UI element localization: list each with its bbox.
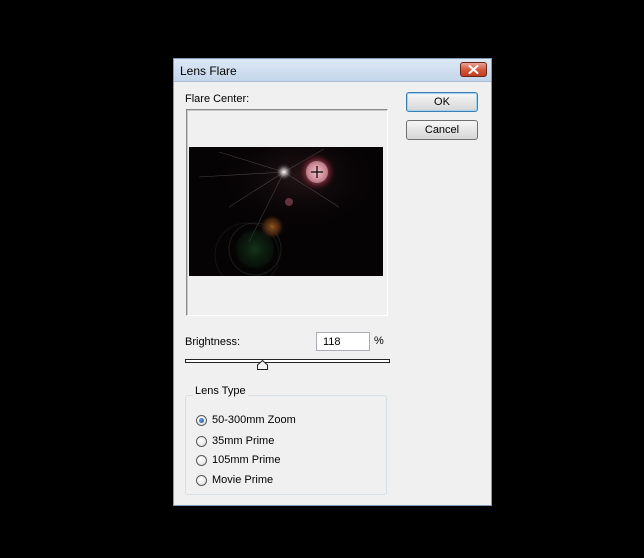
dialog-title: Lens Flare xyxy=(180,64,237,78)
brightness-unit: % xyxy=(374,335,384,347)
radio-button[interactable] xyxy=(196,435,207,447)
lens-option-50-300mm-zoom[interactable]: 50-300mm Zoom xyxy=(196,413,296,427)
cancel-button[interactable]: Cancel xyxy=(406,120,478,140)
ok-button[interactable]: OK xyxy=(406,92,478,112)
lens-option-label: 35mm Prime xyxy=(212,435,275,447)
brightness-input[interactable]: 118 xyxy=(316,332,370,351)
lens-type-title: Lens Type xyxy=(193,385,248,397)
lens-option-105mm-prime[interactable]: 105mm Prime xyxy=(196,453,280,467)
flare-center-preview[interactable] xyxy=(186,109,388,316)
lens-flare-dialog: Lens Flare Flare Center: OK Cancel Brigh… xyxy=(173,58,492,506)
title-bar[interactable]: Lens Flare xyxy=(174,59,491,82)
close-x-icon xyxy=(468,65,479,74)
lens-option-35mm-prime[interactable]: 35mm Prime xyxy=(196,434,274,448)
radio-button-checked[interactable] xyxy=(196,414,207,426)
brightness-slider-thumb[interactable] xyxy=(257,360,268,370)
flare-preview-image[interactable] xyxy=(189,147,383,276)
brightness-slider-track[interactable] xyxy=(185,359,390,363)
lens-option-label: Movie Prime xyxy=(212,474,274,486)
radio-button[interactable] xyxy=(196,454,207,466)
lens-option-label: 50-300mm Zoom xyxy=(212,414,296,426)
lens-option-movie-prime[interactable]: Movie Prime xyxy=(196,473,273,487)
brightness-label: Brightness: xyxy=(185,336,241,348)
close-button[interactable] xyxy=(460,62,487,77)
radio-button[interactable] xyxy=(196,474,207,486)
lens-option-label: 105mm Prime xyxy=(212,454,281,466)
flare-center-label: Flare Center: xyxy=(185,93,250,105)
